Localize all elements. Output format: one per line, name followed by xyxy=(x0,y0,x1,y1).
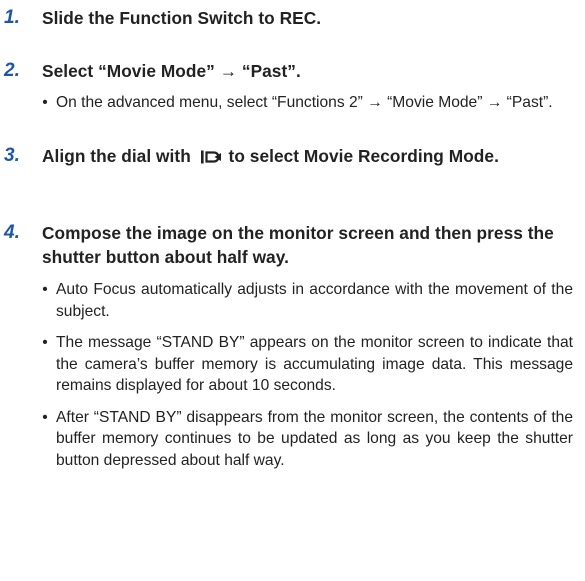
step-3-number: 3. xyxy=(4,145,20,166)
step-2-number: 2. xyxy=(4,60,20,81)
bullet-item: • On the advanced menu, select “Function… xyxy=(0,92,585,114)
bullet-marker: • xyxy=(42,334,48,351)
step-4-heading: 4. Compose the image on the monitor scre… xyxy=(0,221,585,269)
bullet-item: • The message “STAND BY” appears on the … xyxy=(0,332,585,397)
step-2: 2. Select “Movie Mode” → “Past”. • On th… xyxy=(0,59,585,114)
step-4-number: 4. xyxy=(4,222,20,243)
step-4-text: Compose the image on the monitor screen … xyxy=(42,223,554,267)
step-3-text-before: Align the dial with xyxy=(42,146,191,166)
step-2-heading: 2. Select “Movie Mode” → “Past”. xyxy=(0,59,585,83)
instruction-page: 1. Slide the Function Switch to REC. 2. … xyxy=(0,0,585,581)
bullet-marker: • xyxy=(42,408,48,426)
step-2-bullets: • On the advanced menu, select “Function… xyxy=(0,92,585,114)
bullet-text: On the advanced menu, select “Functions … xyxy=(56,94,553,111)
step-3-heading: 3. Align the dial with to select Movie R… xyxy=(0,144,585,171)
bullet-item: • After “STAND BY” disappears from the m… xyxy=(0,407,585,472)
bullet-marker: • xyxy=(42,281,48,298)
bullet-text: The message “STAND BY” appears on the mo… xyxy=(56,334,573,394)
step-2-text: Select “Movie Mode” → “Past”. xyxy=(42,61,301,81)
step-3: 3. Align the dial with to select Movie R… xyxy=(0,144,585,171)
step-4: 4. Compose the image on the monitor scre… xyxy=(0,221,585,471)
movie-camera-icon xyxy=(200,147,222,171)
bullet-text: After “STAND BY” disappears from the mon… xyxy=(56,408,573,469)
step-3-text-after: to select Movie Recording Mode. xyxy=(228,146,499,166)
step-1-heading: 1. Slide the Function Switch to REC. xyxy=(0,6,585,30)
bullet-marker: • xyxy=(42,94,48,111)
bullet-text: Auto Focus automatically adjusts in acco… xyxy=(56,281,573,320)
bullet-item: • Auto Focus automatically adjusts in ac… xyxy=(0,279,585,322)
step-1-number: 1. xyxy=(4,7,20,28)
step-4-bullets: • Auto Focus automatically adjusts in ac… xyxy=(0,279,585,471)
step-1: 1. Slide the Function Switch to REC. xyxy=(0,6,585,30)
step-1-text: Slide the Function Switch to REC. xyxy=(42,8,322,28)
